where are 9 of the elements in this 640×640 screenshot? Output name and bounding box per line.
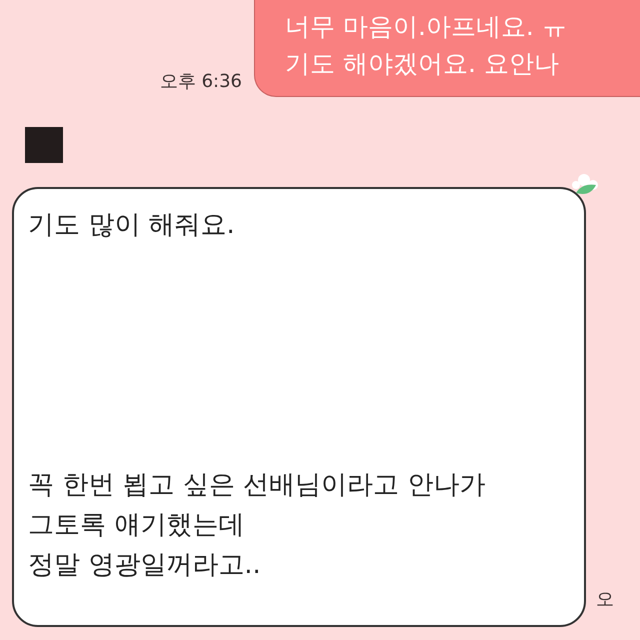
message-text: 기도 많이 해줘요. <box>28 209 235 242</box>
message-time: 오후 6:36 <box>160 70 242 93</box>
message-time: 오 <box>596 588 614 611</box>
message-text: 기도 해야겠어요. 요안나 <box>285 48 559 80</box>
message-text: 너무 마음이.아프네요. ㅠ <box>285 11 567 43</box>
redacted-name <box>25 127 63 163</box>
message-text: 정말 영광일꺼라고.. <box>28 549 261 582</box>
message-text: 꼭 한번 뵙고 싶은 선배님이라고 안나가 <box>28 469 486 502</box>
message-text: 그토록 얘기했는데 <box>28 509 244 542</box>
